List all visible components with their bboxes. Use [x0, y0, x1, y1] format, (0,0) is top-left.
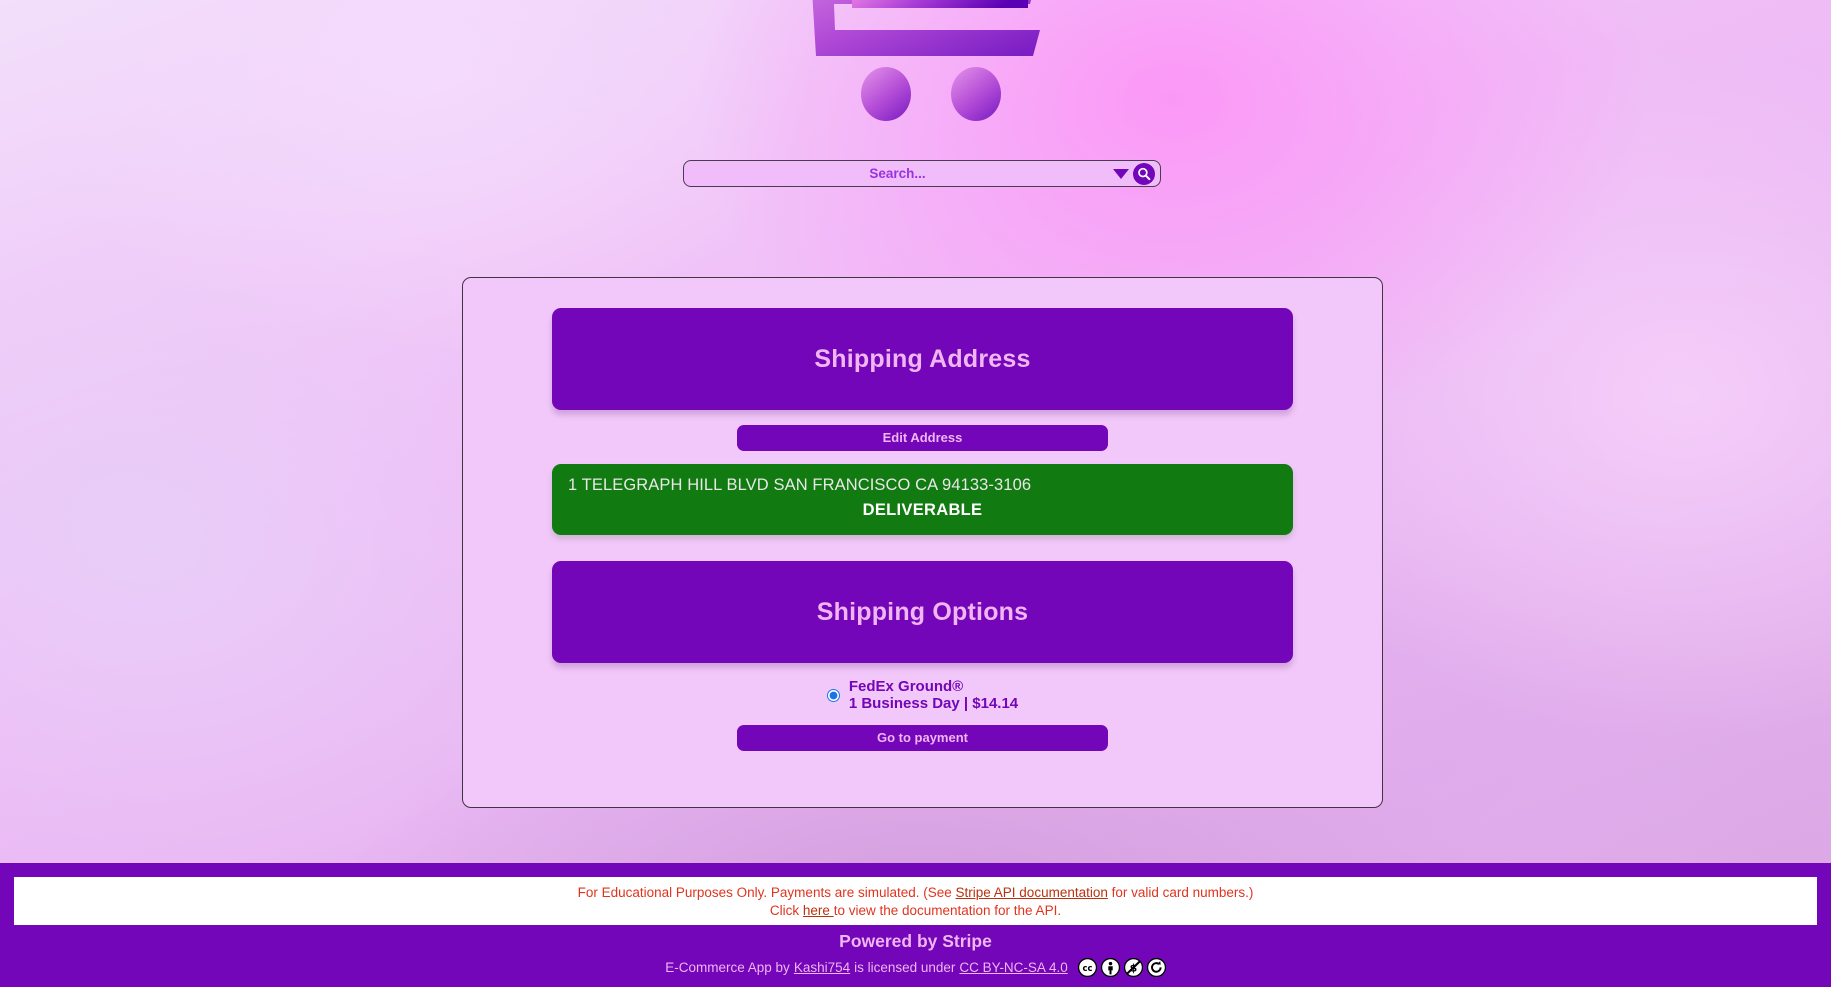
edit-address-button[interactable]: Edit Address: [737, 425, 1108, 451]
status-badge: DELIVERABLE: [862, 501, 983, 519]
magnifier-glyph: [1138, 167, 1151, 180]
cc-license-link[interactable]: CC BY-NC-SA 4.0: [959, 960, 1067, 975]
shopping-cart-icon[interactable]: [786, 0, 1046, 132]
cc-nc-icon[interactable]: $: [1123, 958, 1143, 977]
powered-by-stripe-label: Powered by Stripe: [839, 931, 992, 951]
go-to-payment-button[interactable]: Go to payment: [737, 724, 1108, 751]
shipping-address-title: Shipping Address: [814, 344, 1031, 373]
checkout-page: Shipping Address Edit Address 1 TELEGRAP…: [0, 0, 1831, 987]
caret-shape: [1113, 168, 1129, 179]
svg-text:cc: cc: [1082, 964, 1092, 974]
notice-text-1a: For Educational Purposes Only. Payments …: [577, 884, 956, 900]
shipping-options-banner: Shipping Options: [552, 561, 1293, 663]
cc-glyph: cc: [1077, 958, 1097, 977]
stripe-api-doc-link[interactable]: Stripe API documentation: [956, 885, 1108, 900]
cc-by-icon[interactable]: [1100, 958, 1120, 977]
cc-sa-glyph: [1146, 958, 1166, 977]
cc-sa-icon[interactable]: [1146, 958, 1166, 977]
address-status-box: 1 TELEGRAPH HILL BLVD SAN FRANCISCO CA 9…: [552, 464, 1293, 535]
chevron-down-icon[interactable]: [1111, 161, 1131, 186]
notice-text-2a: Click: [769, 902, 803, 918]
checkout-card: Shipping Address Edit Address 1 TELEGRAP…: [462, 277, 1383, 808]
search-bar[interactable]: [683, 160, 1161, 187]
shipping-option-radio[interactable]: [826, 689, 840, 703]
notice-line-2: Click here to view the documentation for…: [770, 903, 1061, 918]
shipping-options-title: Shipping Options: [816, 597, 1029, 626]
page-footer: For Educational Purposes Only. Payments …: [0, 863, 1831, 987]
api-doc-here-link[interactable]: here: [803, 903, 834, 918]
shipping-carrier-name: FedEx Ground®: [848, 678, 964, 695]
notice-line-1: For Educational Purposes Only. Payments …: [578, 885, 1254, 900]
shipping-carrier-detail: 1 Business Day | $14.14: [848, 694, 1019, 712]
search-input[interactable]: [684, 161, 1111, 186]
search-icon[interactable]: [1133, 162, 1155, 185]
shipping-address-value: 1 TELEGRAPH HILL BLVD SAN FRANCISCO CA 9…: [568, 476, 1032, 494]
notice-text-1b: for valid card numbers.): [1107, 884, 1254, 900]
author-link[interactable]: Kashi754: [794, 960, 850, 975]
notice-text-2b: to view the documentation for the API.: [833, 902, 1062, 918]
license-middle: is licensed under: [854, 960, 956, 975]
license-row: E-Commerce App by Kashi754 is licensed u…: [0, 958, 1831, 977]
educational-notice: For Educational Purposes Only. Payments …: [14, 877, 1817, 925]
cc-nc-glyph: $: [1123, 958, 1143, 977]
cc-icon-group: cc $: [1077, 958, 1166, 977]
shipping-option-row[interactable]: FedEx Ground® 1 Business Day | $14.14: [463, 678, 1382, 713]
shipping-address-banner: Shipping Address: [552, 308, 1293, 410]
cc-by-glyph: [1100, 958, 1120, 977]
shipping-option-label[interactable]: FedEx Ground® 1 Business Day | $14.14: [848, 678, 1019, 713]
license-prefix: E-Commerce App by: [665, 960, 790, 975]
cc-icon[interactable]: cc: [1077, 958, 1097, 977]
